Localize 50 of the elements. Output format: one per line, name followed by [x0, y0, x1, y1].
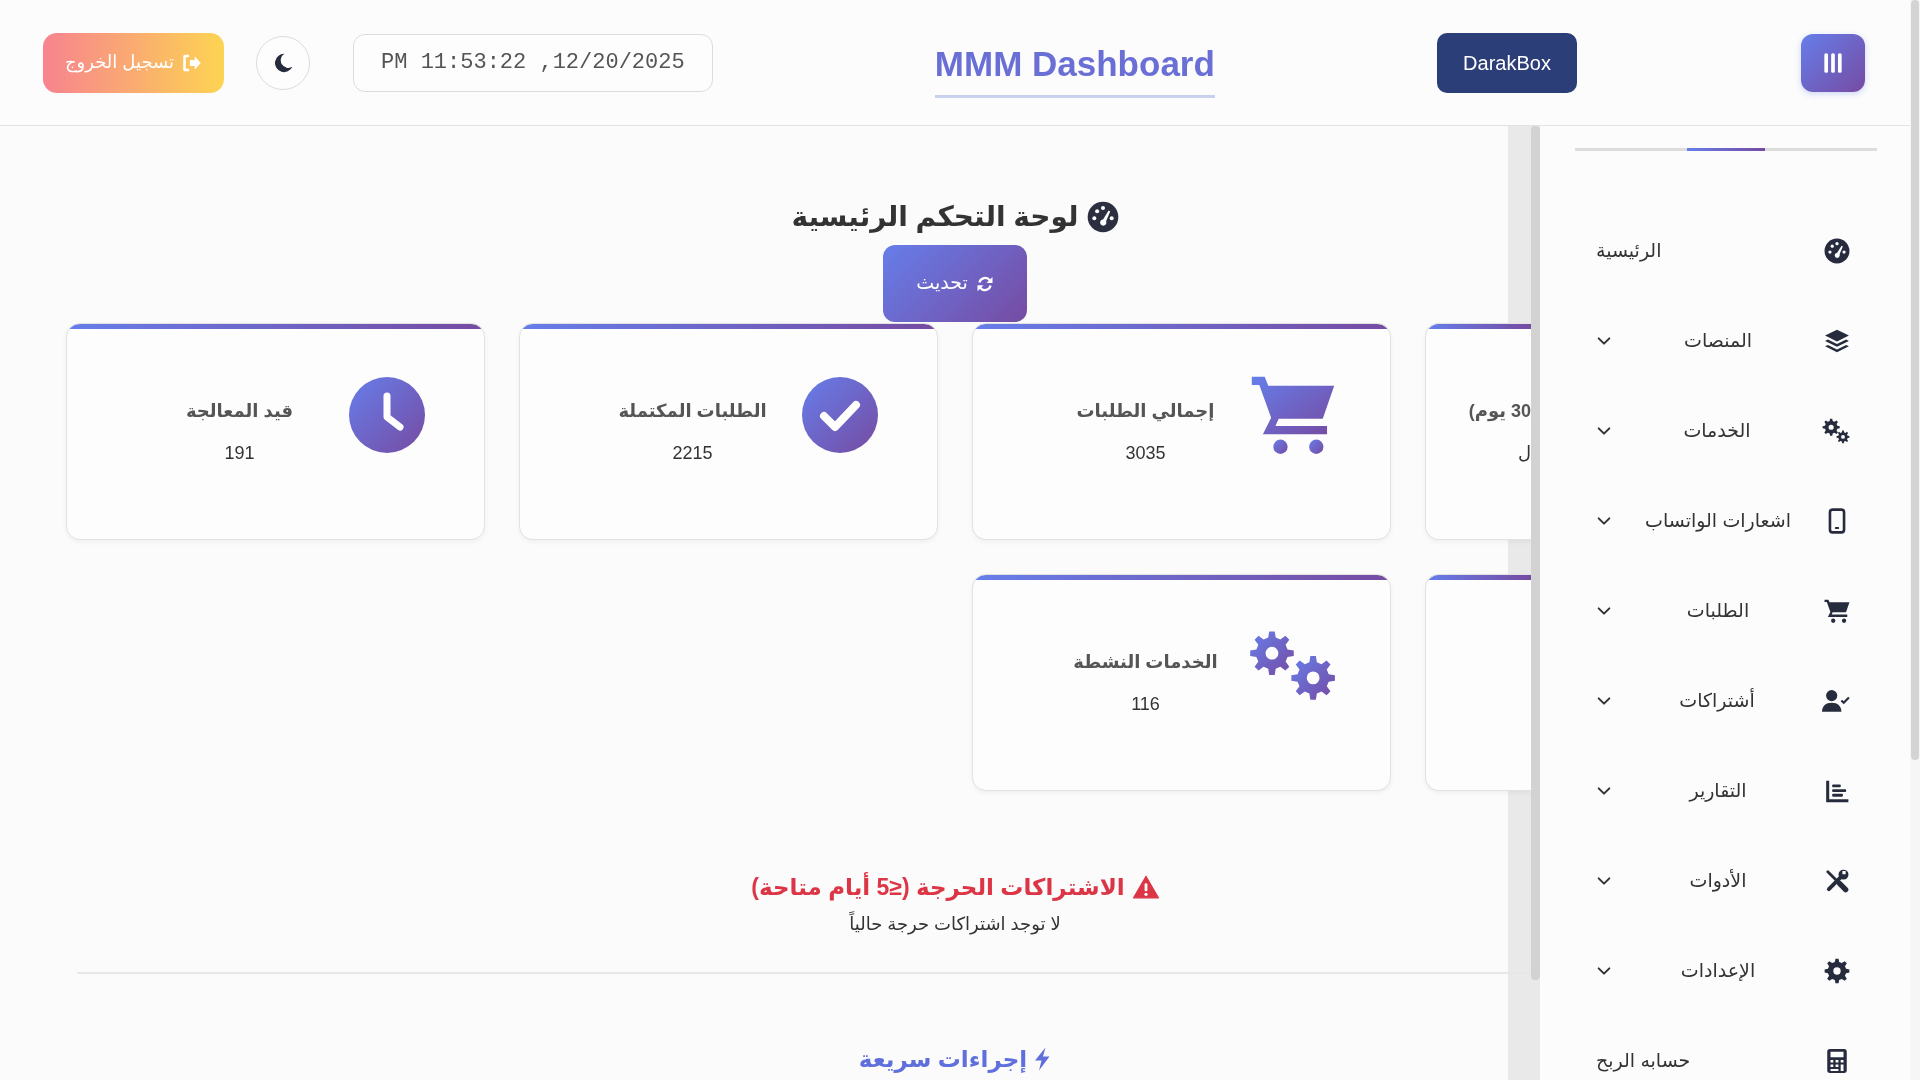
refresh-icon [975, 274, 994, 293]
stat-label: قيد المعالجة [184, 399, 295, 423]
cart-icon [1250, 374, 1336, 455]
settings-icon [1824, 958, 1850, 984]
stat-value: 3035 [1124, 441, 1167, 465]
stat-label: الطلبات المكتملة [617, 399, 768, 423]
sidebar-item[interactable]: الخدمات [1540, 386, 1910, 476]
gears-icon [1822, 418, 1850, 444]
sidebar-item[interactable]: اشعارات الواتساب [1540, 476, 1910, 566]
theme-toggle-button[interactable] [256, 35, 310, 90]
stat-value: 191 [223, 441, 256, 465]
warning-icon [1132, 875, 1159, 899]
sidebar-item[interactable]: حسابه الربح [1540, 1016, 1910, 1080]
stat-label: إجمالي الطلبات [1075, 399, 1216, 424]
sidebar-item[interactable]: الأدوات [1540, 836, 1910, 926]
page-title: لوحة التحكم الرئيسية [791, 200, 1079, 235]
stat-label: 30 يوم) [1467, 399, 1531, 424]
tools-icon [1824, 868, 1850, 894]
calculator-icon [1824, 1048, 1850, 1074]
cart-icon [1824, 598, 1850, 624]
stat-value: 2215 [671, 441, 714, 465]
gauge-icon [1086, 201, 1119, 233]
sidebar-item[interactable]: التقارير [1540, 746, 1910, 836]
refresh-button[interactable]: تحديث [883, 245, 1027, 322]
stat-value: ل [1516, 441, 1531, 465]
check-circle-icon [802, 376, 878, 453]
user-check-icon [1822, 688, 1850, 714]
dashboard-title: MMM Dashboard [934, 43, 1215, 98]
sign-out-icon [182, 52, 203, 73]
section-heading: الاشتراكات الحرجة (≤5 أيام متاحة) [751, 871, 1125, 903]
sidebar-item[interactable]: الرئيسية [1540, 206, 1910, 296]
scrollbar[interactable] [1531, 126, 1540, 980]
empty-message: لا توجد اشتراكات حرجة حالياً [849, 910, 1061, 938]
moon-icon [272, 51, 294, 74]
menu-button[interactable] [1801, 33, 1865, 92]
sidebar-item[interactable]: الإعدادات [1540, 926, 1910, 1016]
datetime-display: 12/20/2025, 11:53:22 PM [353, 33, 713, 92]
clock-icon [349, 376, 425, 453]
layers-icon [1824, 328, 1850, 354]
gauge-icon [1824, 238, 1850, 264]
section-heading: إجراءات سريعة [858, 1045, 1028, 1075]
chart-icon [1824, 778, 1850, 804]
stat-label: الخدمات النشطة [1072, 650, 1219, 674]
scrollbar[interactable] [1911, 0, 1919, 760]
stat-value: 116 [1130, 692, 1161, 716]
bolt-icon [1033, 1047, 1052, 1071]
sidebar-item[interactable]: الطلبات [1540, 566, 1910, 656]
sidebar-item[interactable]: المنصات [1540, 296, 1910, 386]
sidebar-item[interactable]: أشتراكات [1540, 656, 1910, 746]
brand-button[interactable]: DarakBox [1437, 32, 1577, 93]
